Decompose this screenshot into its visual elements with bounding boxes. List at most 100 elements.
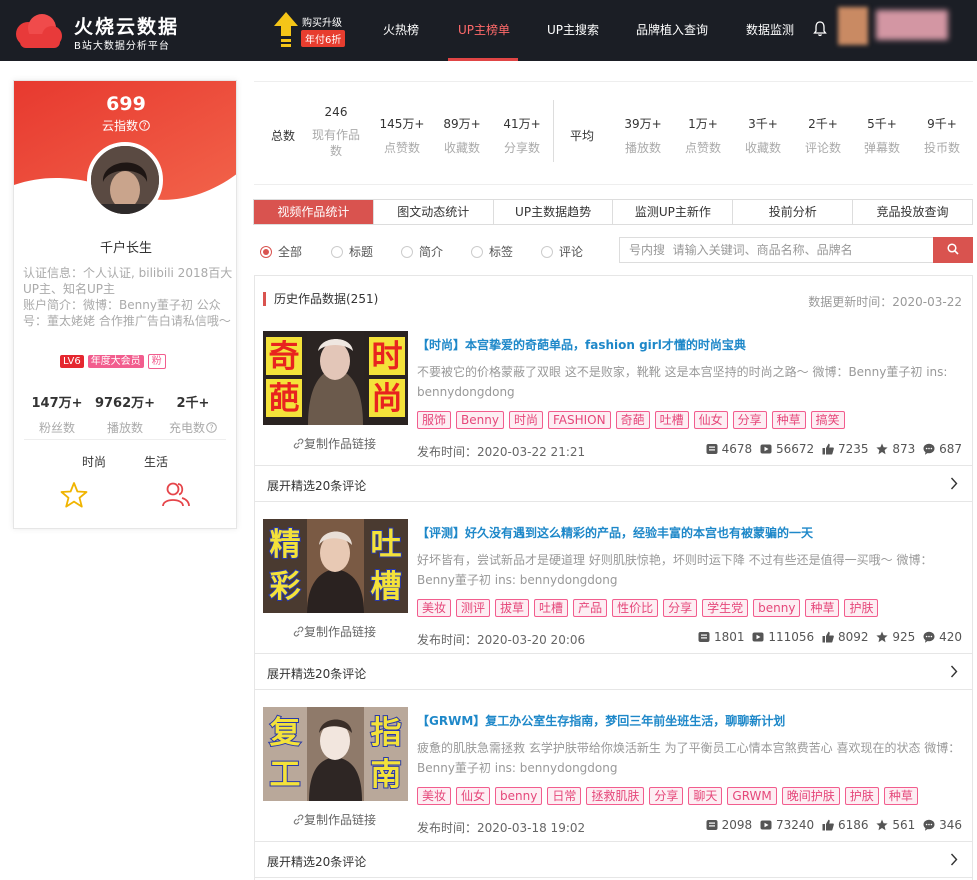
upgrade-promo[interactable]: 购买升级 年付6折 (274, 12, 354, 48)
thumbnail-char: 吐 (371, 527, 402, 563)
nav-up-ranking[interactable]: UP主榜单 (458, 21, 510, 38)
video-tag[interactable]: 测评 (456, 599, 491, 617)
video-tag[interactable]: 分享 (663, 599, 698, 617)
video-tag[interactable]: 种草 (805, 599, 840, 617)
video-tag[interactable]: 日常 (547, 787, 582, 805)
user-name-blurred[interactable] (876, 10, 948, 40)
video-tag[interactable]: 产品 (573, 599, 608, 617)
video-tag[interactable]: benny (495, 787, 543, 805)
tab-dynamic-stats[interactable]: 图文动态统计 (374, 200, 494, 224)
fans-label: 粉丝数 (38, 421, 75, 435)
filter-comment-radio[interactable]: 评论 (541, 243, 583, 260)
nav-up-search[interactable]: UP主搜索 (547, 21, 599, 38)
nav-hot-list[interactable]: 火热榜 (383, 21, 419, 38)
tab-competitor-query[interactable]: 竞品投放查询 (853, 200, 972, 224)
video-tag[interactable]: 学生党 (702, 599, 749, 617)
bell-icon[interactable] (813, 21, 827, 37)
video-tag[interactable]: GRWM (727, 787, 777, 805)
video-tag[interactable]: 奇葩 (615, 411, 650, 429)
copy-link-button[interactable]: 复制作品链接 (293, 435, 376, 452)
tag-fashion-label: 时尚 (82, 455, 107, 469)
video-tag[interactable]: FASHION (547, 411, 611, 429)
video-tag[interactable]: 拯救肌肤 (586, 787, 645, 805)
expand-comments-label: 展开精选20条评论 (267, 855, 367, 869)
search-button[interactable] (933, 237, 973, 263)
expand-comments-row[interactable]: 展开精选20条评论 (255, 465, 972, 502)
copy-link-button[interactable]: 复制作品链接 (293, 811, 376, 828)
total-likes-label: 点赞数 (383, 141, 420, 155)
thumbnail-char: 精 (270, 527, 301, 563)
cloud-logo-icon[interactable] (14, 12, 64, 50)
play-count: 111056 (768, 630, 815, 644)
help-icon[interactable]: ? (139, 120, 150, 131)
video-tag[interactable]: 仙女 (693, 411, 728, 429)
summary-stats: 总数 246 现有作品数 145万+ 点赞数 89万+ 收藏数 41万+ 分享数… (254, 81, 973, 185)
tab-up-trend[interactable]: UP主数据趋势 (494, 200, 614, 224)
video-title[interactable]: 【评测】好久没有遇到这么精彩的产品，经验丰富的本宫也有被蒙骗的一天 (417, 524, 813, 541)
video-tag[interactable]: 美妆 (417, 787, 452, 805)
nav-data-monitor[interactable]: 数据监测 (746, 21, 794, 38)
video-thumbnail[interactable]: 精 彩 吐 槽 (263, 519, 408, 613)
promo-line1: 购买升级 (302, 18, 342, 29)
expand-comments-row[interactable]: 展开精选20条评论 (255, 841, 972, 878)
video-tag[interactable]: 晚间护肤 (781, 787, 840, 805)
video-tag[interactable]: 种草 (771, 411, 806, 429)
video-tag[interactable]: 种草 (883, 787, 918, 805)
copy-link-button[interactable]: 复制作品链接 (293, 623, 376, 640)
avg-coins-label: 投币数 (923, 141, 960, 155)
avg-label: 平均 (570, 129, 595, 143)
copy-link-label: 复制作品链接 (304, 813, 377, 827)
video-thumbnail[interactable]: 复 工 指 南 (263, 707, 408, 801)
danmaku-icon (698, 632, 710, 642)
video-tag[interactable]: 服饰 (417, 411, 452, 429)
filter-all-label: 全部 (278, 245, 303, 259)
avg-plays-label: 播放数 (624, 141, 661, 155)
fans-value: 147万+ (31, 396, 83, 411)
video-description: 好坏皆有，尝试新品才是硬道理 好则肌肤惊艳，坏则时运下降 不过有些还是值得一买哦… (417, 553, 933, 587)
video-tag[interactable]: 护肤 (844, 787, 879, 805)
chevron-right-icon (950, 477, 958, 490)
tab-video-stats[interactable]: 视频作品统计 (254, 200, 374, 224)
tab-pre-analysis[interactable]: 投前分析 (733, 200, 854, 224)
like-icon (822, 631, 834, 643)
help-icon[interactable]: ? (206, 422, 217, 433)
thumbnail-image: 奇 葩 时 尚 (263, 331, 408, 425)
video-title[interactable]: 【时尚】本宫挚爱的奇葩单品，fashion girl才懂的时尚宝典 (417, 336, 746, 353)
video-tag[interactable]: 搞笑 (810, 411, 845, 429)
video-tag[interactable]: 分享 (732, 411, 767, 429)
radio-dot (260, 246, 272, 258)
plays-value: 9762万+ (94, 396, 156, 411)
video-tag[interactable]: 吐槽 (534, 599, 569, 617)
brand-title[interactable]: 火烧云数据 (74, 12, 179, 39)
video-tag[interactable]: 护肤 (844, 599, 879, 617)
video-metrics: 2098 73240 6186 561 346 (702, 818, 962, 832)
thumbnail-char: 彩 (270, 569, 301, 605)
nav-brand-query[interactable]: 品牌植入查询 (636, 21, 708, 38)
search-input[interactable] (620, 238, 934, 262)
video-tag[interactable]: Benny (456, 411, 504, 429)
video-tag[interactable]: 时尚 (508, 411, 543, 429)
filter-all-radio[interactable]: 全部 (260, 243, 302, 260)
expand-comments-row[interactable]: 展开精选20条评论 (255, 653, 972, 690)
star-icon[interactable] (60, 481, 88, 509)
up-bio: 账户简介：微博：Benny董子初 公众号：董太姥姥 合作推广告白请私信哦～ (23, 298, 231, 328)
people-icon[interactable] (161, 481, 191, 509)
thumbnail-char: 南 (371, 757, 402, 793)
video-tag[interactable]: 聊天 (688, 787, 723, 805)
video-tag[interactable]: 吐槽 (654, 411, 689, 429)
video-title[interactable]: 【GRWM】复工办公室生存指南，梦回三年前坐班生活，聊聊新计划 (417, 712, 785, 729)
video-tag[interactable]: benny (753, 599, 801, 617)
user-avatar[interactable] (838, 7, 868, 45)
tab-monitor-new[interactable]: 监测UP主新作 (613, 200, 734, 224)
video-tag[interactable]: 分享 (649, 787, 684, 805)
filter-tag-radio[interactable]: 标签 (471, 243, 513, 260)
favorite-count: 925 (892, 630, 916, 644)
video-tag[interactable]: 仙女 (456, 787, 491, 805)
video-tag[interactable]: 美妆 (417, 599, 452, 617)
data-update-time: 数据更新时间：2020-03-22 (808, 295, 962, 309)
video-tag[interactable]: 性价比 (612, 599, 659, 617)
filter-title-radio[interactable]: 标题 (331, 243, 373, 260)
video-tag[interactable]: 拔草 (495, 599, 530, 617)
video-thumbnail[interactable]: 奇 葩 时 尚 (263, 331, 408, 425)
filter-intro-radio[interactable]: 简介 (401, 243, 443, 260)
